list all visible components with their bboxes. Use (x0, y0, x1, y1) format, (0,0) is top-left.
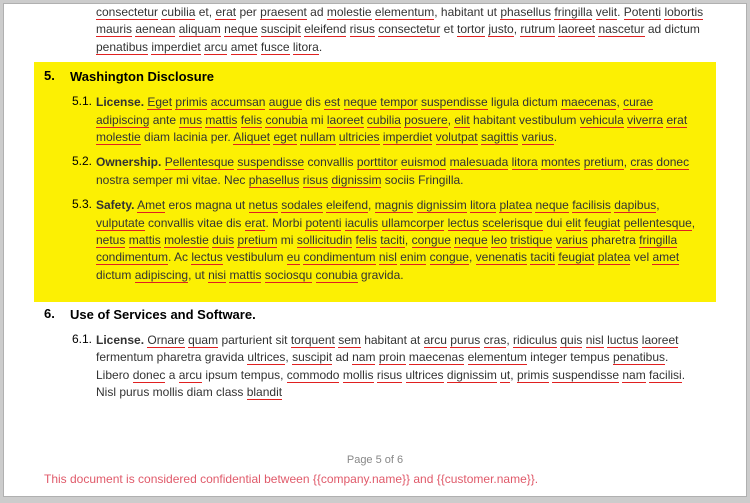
subsection-5-3-body: Amet eros magna ut netus sodales eleifen… (96, 198, 695, 283)
highlighted-section: 5.Washington Disclosure 5.1. License. Eg… (34, 62, 716, 302)
section-6-number: 6. (44, 306, 70, 321)
confidential-notice: This document is considered confidential… (4, 472, 746, 486)
subsection-5-1: 5.1. License. Eget primis accumsan augue… (72, 94, 706, 146)
subsection-6-1-body: Ornare quam parturient sit torquent sem … (96, 333, 685, 400)
section-5-number: 5. (44, 68, 70, 83)
subsection-5-2-body: Pellentesque suspendisse convallis portt… (96, 155, 689, 187)
document-page: consectetur cubilia et, erat per praesen… (3, 3, 747, 497)
section-5: 5.Washington Disclosure 5.1. License. Eg… (44, 68, 706, 284)
subsection-5-3: 5.3. Safety. Amet eros magna ut netus so… (72, 197, 706, 284)
intro-paragraph: consectetur cubilia et, erat per praesen… (96, 4, 706, 56)
section-6-title: Use of Services and Software. (70, 307, 256, 322)
section-6: 6.Use of Services and Software. 6.1. Lic… (44, 306, 706, 402)
subsection-6-1: 6.1. License. Ornare quam parturient sit… (72, 332, 706, 402)
subsection-5-1-body: Eget primis accumsan augue dis est neque… (96, 95, 687, 145)
page-footer: Page 5 of 6 (4, 454, 746, 466)
section-5-title: Washington Disclosure (70, 69, 214, 84)
subsection-5-2: 5.2. Ownership. Pellentesque suspendisse… (72, 154, 706, 189)
